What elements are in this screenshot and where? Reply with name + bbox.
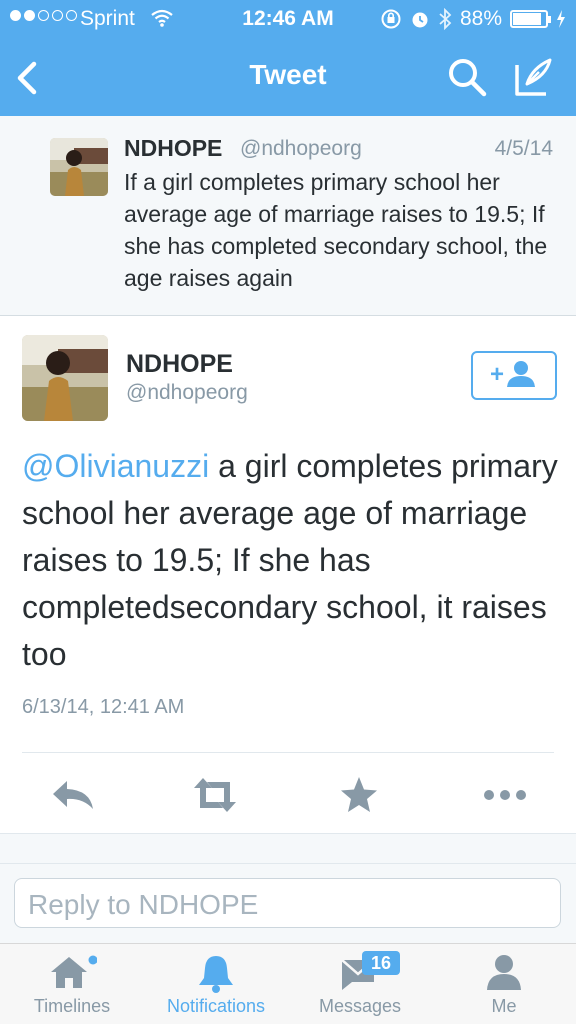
tab-label: Me <box>491 996 517 1016</box>
avatar[interactable] <box>50 138 108 196</box>
follow-button[interactable]: + <box>471 351 557 400</box>
author-name[interactable]: NDHOPE <box>126 350 233 379</box>
more-icon[interactable] <box>480 772 530 818</box>
reply-bar: Reply to NDHOPE <box>0 863 576 943</box>
divider <box>22 752 554 753</box>
section-gap <box>0 833 576 863</box>
home-icon <box>51 955 97 988</box>
tweet-date: 4/5/14 <box>494 137 553 160</box>
tab-bar: Timelines Notifications Messages Me 16 <box>0 943 576 1024</box>
reply-icon[interactable] <box>48 772 98 818</box>
page-title: Tweet <box>249 59 327 90</box>
charging-icon <box>557 10 565 28</box>
battery-icon <box>510 10 551 28</box>
messages-badge: 16 <box>362 951 400 975</box>
svg-text:+: + <box>490 361 504 388</box>
author-name[interactable]: NDHOPE <box>124 135 222 162</box>
compose-icon[interactable] <box>512 56 556 98</box>
tab-label: Timelines <box>33 996 111 1016</box>
tab-notifications[interactable]: Notifications <box>144 944 288 1024</box>
avatar[interactable] <box>22 335 108 421</box>
person-icon <box>487 955 521 990</box>
retweet-icon[interactable] <box>190 772 240 818</box>
navigation-bar: Tweet <box>0 40 576 116</box>
status-bar: Sprint 12:46 AM 88% <box>0 0 576 40</box>
tweet-text: If a girl completes primary school her a… <box>124 169 548 291</box>
top-bar: Sprint 12:46 AM 88% Tweet <box>0 0 576 116</box>
reply-input[interactable]: Reply to NDHOPE <box>14 878 561 928</box>
parent-tweet[interactable]: NDHOPE @ndhopeorg 4/5/14 If a girl compl… <box>0 116 576 316</box>
mention-link[interactable]: @Olivianuzzi <box>22 448 209 484</box>
tweet-text: @Olivianuzzi a girl completes primary sc… <box>22 443 562 678</box>
add-user-icon: + <box>490 361 535 388</box>
author-handle[interactable]: @ndhopeorg <box>126 381 248 405</box>
tab-me[interactable]: Me <box>432 944 576 1024</box>
alarm-icon <box>412 12 428 28</box>
battery-percent: 88% <box>459 7 502 30</box>
tab-messages[interactable]: Messages <box>288 944 432 1024</box>
author-handle[interactable]: @ndhopeorg <box>240 137 362 161</box>
tab-timelines[interactable]: Timelines <box>0 944 144 1024</box>
tab-label: Messages <box>318 996 402 1016</box>
bell-icon <box>199 956 233 993</box>
bluetooth-icon <box>439 8 452 30</box>
tweet-timestamp: 6/13/14, 12:41 AM <box>22 696 185 718</box>
rotation-lock-icon <box>381 9 401 29</box>
favorite-icon[interactable] <box>334 772 384 818</box>
search-icon[interactable] <box>446 56 488 98</box>
tab-label: Notifications <box>166 996 266 1016</box>
